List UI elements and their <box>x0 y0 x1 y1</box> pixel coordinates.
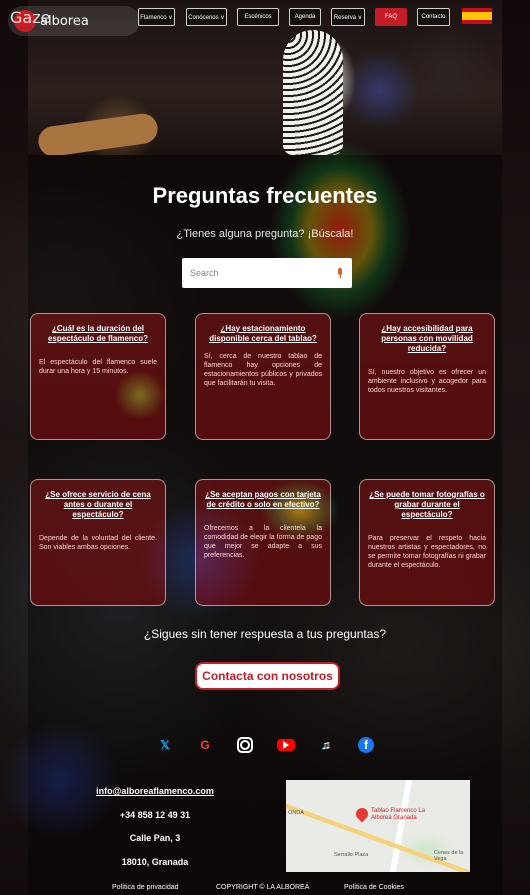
facebook-icon[interactable]: f <box>358 737 374 753</box>
faq-answer: Para preservar el respeto hacia nuestros… <box>368 535 486 570</box>
faq-answer: El espectáculo del flamenco suele durar … <box>39 359 157 376</box>
map-label: Cenes de la Vega <box>434 850 464 862</box>
privacy-policy-link[interactable]: Política de privacidad <box>112 884 179 891</box>
faq-card[interactable]: ¿Hay estacionamiento disponible cerca de… <box>195 313 331 440</box>
faq-card[interactable]: ¿Hay accesibilidad para personas con mov… <box>359 313 495 440</box>
twitter-icon[interactable]: 𝕏 <box>156 737 174 753</box>
city-address: 18010, Granada <box>121 857 189 867</box>
nav-item-conocenos[interactable]: Conócenos ∨ <box>186 8 227 26</box>
location-map[interactable]: Tablao Flamenco La Alboreá Granada Serra… <box>286 780 470 872</box>
faq-card[interactable]: ¿Se puede tomar fotografías o grabar dur… <box>359 479 495 606</box>
faq-answer: Depende de la voluntad del cliente. Son … <box>39 535 157 552</box>
spain-flag-icon[interactable] <box>462 8 492 24</box>
social-icons: 𝕏 G ♫ f <box>0 737 530 757</box>
email-link[interactable]: info@alboreaflamenco.com <box>60 786 250 796</box>
contact-button[interactable]: Contacta con nosotros <box>195 662 340 690</box>
nav-item-flamenco[interactable]: Flamenco ∨ <box>138 8 175 26</box>
cookies-policy-link[interactable]: Política de Cookies <box>344 884 404 891</box>
guitar-figure <box>36 111 160 155</box>
faq-card[interactable]: ¿Se aceptan pagos con tarjeta de crédito… <box>195 479 331 606</box>
copyright-text: COPYRIGHT © LA ALBOREÁ <box>216 884 310 891</box>
map-pin-icon <box>353 805 371 823</box>
faq-question: ¿Hay estacionamiento disponible cerca de… <box>209 324 317 343</box>
instagram-icon[interactable] <box>237 737 253 753</box>
nav-item-reserva[interactable]: Reserva ∨ <box>331 8 365 26</box>
dancer-figure <box>283 30 343 155</box>
street-address: Calle Pan, 3 <box>129 833 181 843</box>
tiktok-icon[interactable]: ♫ <box>317 737 335 753</box>
search-input[interactable] <box>190 268 336 278</box>
faq-card[interactable]: ¿Se ofrece servicio de cena antes o dura… <box>30 479 166 606</box>
nav-item-agenda[interactable]: Agenda <box>289 8 321 26</box>
still-question-text: ¿Sigues sin tener respuesta a tus pregun… <box>143 627 387 641</box>
faq-answer: Sí, nuestro objetivo es ofrecer un ambie… <box>368 369 486 395</box>
faq-answer: Sí, cerca de nuestro tablao de flamenco … <box>204 353 322 388</box>
faq-question: ¿Se aceptan pagos con tarjeta de crédito… <box>205 490 321 509</box>
page-title: Preguntas frecuentes <box>152 183 378 208</box>
google-icon[interactable]: G <box>196 737 214 753</box>
nav-item-contacto[interactable]: Contacto <box>417 8 450 26</box>
youtube-icon[interactable] <box>277 739 295 751</box>
map-label: ONDA <box>288 810 304 816</box>
search-bar <box>182 258 352 288</box>
microphone-icon[interactable] <box>336 267 344 279</box>
faq-question: ¿Se puede tomar fotografías o grabar dur… <box>369 490 485 519</box>
faq-question: ¿Se ofrece servicio de cena antes o dura… <box>45 490 151 519</box>
faq-question: ¿Hay accesibilidad para personas con mov… <box>381 324 473 353</box>
faq-answer: Ofrecemos a la clientela la comodidad de… <box>204 525 322 560</box>
phone-number: +34 858 12 49 31 <box>119 810 191 820</box>
nav-item-escenicos[interactable]: Escénicos <box>237 8 279 26</box>
faq-card[interactable]: ¿Cuál es la duración del espectáculo de … <box>30 313 166 440</box>
gaze-watermark: Gaze <box>10 8 51 27</box>
nav-item-faq[interactable]: FAQ <box>375 8 407 26</box>
page-subtitle: ¿Tienes alguna pregunta? ¡Búscala! <box>176 228 354 240</box>
footer-links: Política de privacidad COPYRIGHT © LA AL… <box>0 884 530 895</box>
map-place-label: Tablao Flamenco La Alboreá Granada <box>371 808 426 821</box>
map-label: Serrallo Plaza <box>334 852 369 858</box>
faq-question: ¿Cuál es la duración del espectáculo de … <box>47 324 149 343</box>
